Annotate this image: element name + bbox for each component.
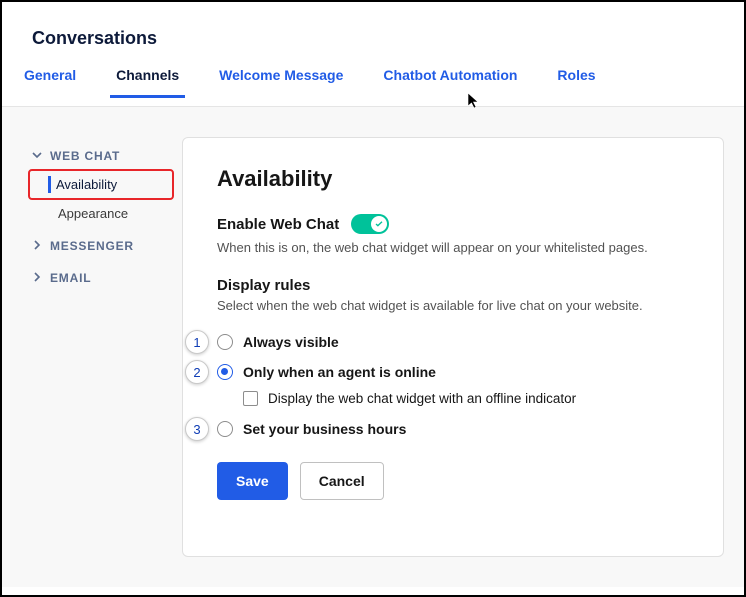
sidebar-item-appearance[interactable]: Appearance <box>32 202 182 225</box>
sidebar-group-label: WEB CHAT <box>50 149 120 163</box>
option-label: Always visible <box>243 334 339 350</box>
option-always-visible[interactable]: 1 Always visible <box>217 327 689 357</box>
enable-web-chat-description: When this is on, the web chat widget wil… <box>217 240 689 255</box>
tab-welcome-message[interactable]: Welcome Message <box>219 67 343 97</box>
radio-icon[interactable] <box>217 364 233 380</box>
tab-channels[interactable]: Channels <box>116 67 179 97</box>
enable-web-chat-toggle[interactable] <box>351 214 389 234</box>
sidebar: WEB CHAT Availability Appearance MESSENG… <box>2 137 182 557</box>
sidebar-item-label: Appearance <box>58 206 128 221</box>
tab-chatbot-automation[interactable]: Chatbot Automation <box>383 67 517 97</box>
sidebar-item-label: Availability <box>56 177 117 192</box>
sidebar-group-messenger[interactable]: MESSENGER <box>32 235 182 257</box>
option-agent-online[interactable]: 2 Only when an agent is online <box>217 357 689 387</box>
save-button[interactable]: Save <box>217 462 288 500</box>
sub-option-offline-indicator[interactable]: Display the web chat widget with an offl… <box>217 387 689 414</box>
chevron-down-icon <box>32 150 44 163</box>
sub-option-label: Display the web chat widget with an offl… <box>268 391 576 406</box>
step-badge-2: 2 <box>185 360 209 384</box>
chevron-right-icon <box>32 240 44 253</box>
checkbox-icon[interactable] <box>243 391 258 406</box>
page-title: Conversations <box>2 2 744 67</box>
option-label: Set your business hours <box>243 421 406 437</box>
step-badge-3: 3 <box>185 417 209 441</box>
radio-icon[interactable] <box>217 421 233 437</box>
cancel-button[interactable]: Cancel <box>300 462 384 500</box>
tab-general[interactable]: General <box>24 67 76 97</box>
sidebar-group-label: MESSENGER <box>50 239 134 253</box>
display-rules-heading: Display rules <box>217 277 689 294</box>
radio-icon[interactable] <box>217 334 233 350</box>
sidebar-item-availability[interactable]: Availability <box>30 173 168 196</box>
sidebar-group-email[interactable]: EMAIL <box>32 267 182 289</box>
enable-web-chat-label: Enable Web Chat <box>217 216 339 233</box>
highlight-annotation: Availability <box>28 169 174 200</box>
option-label: Only when an agent is online <box>243 364 436 380</box>
settings-panel: Availability Enable Web Chat When this i… <box>182 137 724 557</box>
option-business-hours[interactable]: 3 Set your business hours <box>217 414 689 444</box>
sidebar-group-label: EMAIL <box>50 271 91 285</box>
sidebar-group-web-chat[interactable]: WEB CHAT <box>32 145 182 167</box>
display-rules-description: Select when the web chat widget is avail… <box>217 298 689 313</box>
tab-roles[interactable]: Roles <box>557 67 595 97</box>
tabs: General Channels Welcome Message Chatbot… <box>2 67 744 107</box>
panel-title: Availability <box>217 166 689 192</box>
step-badge-1: 1 <box>185 330 209 354</box>
chevron-right-icon <box>32 272 44 285</box>
